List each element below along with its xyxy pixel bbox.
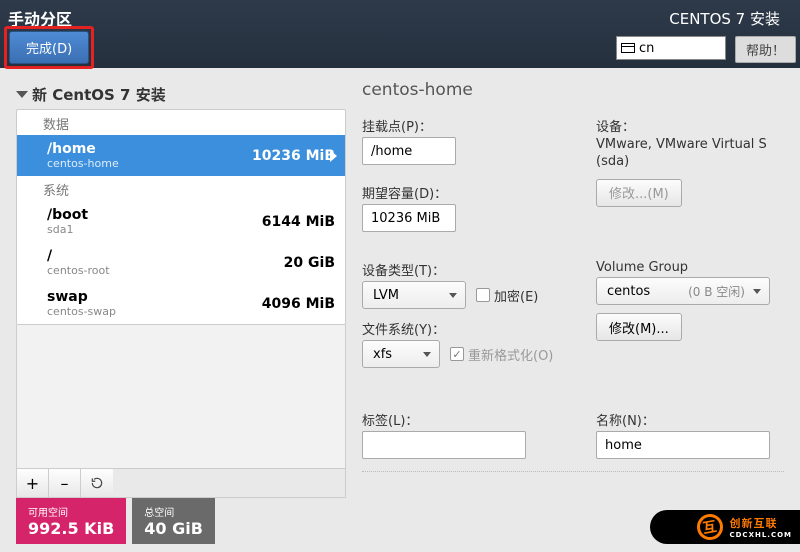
tag-input[interactable] (362, 431, 526, 459)
help-button[interactable]: 帮助！ (735, 36, 796, 63)
modify-device-button[interactable]: 修改...(M) (596, 179, 682, 207)
mount-point: swap (47, 289, 262, 305)
total-space-box: 总空间 40 GiB (132, 498, 215, 544)
capacity-input[interactable] (362, 204, 456, 232)
mount-device: centos-home (47, 157, 252, 170)
devtype-value: LVM (373, 288, 399, 303)
name-input[interactable] (596, 431, 770, 459)
add-partition-button[interactable]: + (17, 469, 49, 497)
mount-item-swap[interactable]: swap centos-swap 4096 MiB (17, 283, 345, 324)
chevron-right-icon (330, 150, 337, 162)
tree-category-system: 系统 (17, 176, 345, 201)
keyboard-icon (621, 43, 635, 53)
mountpoint-label: 挂载点(P)： (362, 116, 572, 135)
details-heading: centos-home (362, 80, 784, 100)
top-bar: 手动分区 完成(D) CENTOS 7 安装 cn 帮助！ (0, 0, 800, 68)
divider (362, 471, 784, 472)
checkbox-icon (476, 288, 490, 302)
available-value: 992.5 KiB (28, 519, 114, 538)
vg-label: Volume Group (596, 260, 784, 275)
name-label: 名称(N)： (596, 410, 784, 429)
done-button[interactable]: 完成(D) (9, 31, 89, 64)
mount-device: centos-root (47, 264, 284, 277)
mount-size: 10236 MiB (252, 148, 335, 164)
vg-combo[interactable]: centos (0 B 空闲) (596, 277, 770, 305)
mount-point: / (47, 248, 284, 264)
installer-title: CENTOS 7 安装 (669, 8, 780, 29)
mountpoint-input[interactable] (362, 137, 456, 165)
tag-label: 标签(L)： (362, 410, 572, 429)
mount-size: 6144 MiB (262, 214, 335, 230)
mount-device: centos-swap (47, 305, 262, 318)
mount-item-home[interactable]: /home centos-home 10236 MiB (17, 135, 345, 176)
tree-root-label: 新 CentOS 7 安装 (32, 84, 166, 105)
available-space-box: 可用空间 992.5 KiB (16, 498, 126, 544)
reformat-checkbox: 重新格式化(O) (450, 345, 553, 364)
tree-spacer (16, 325, 346, 468)
partition-list: 数据 /home centos-home 10236 MiB 系统 /boot … (16, 109, 346, 325)
caret-down-icon (423, 352, 431, 357)
available-title: 可用空间 (28, 504, 114, 519)
chevron-down-icon (16, 91, 28, 98)
caret-down-icon (753, 289, 761, 294)
mount-point: /boot (47, 207, 262, 223)
reload-icon (90, 476, 104, 490)
caret-down-icon (449, 293, 457, 298)
device-label: 设备： (596, 116, 784, 135)
watermark-icon: 互 (695, 512, 725, 542)
mount-size: 4096 MiB (262, 296, 335, 312)
mount-size: 20 GiB (284, 255, 335, 271)
vg-value: centos (607, 284, 650, 299)
keyboard-layout-selector[interactable]: cn (616, 36, 726, 60)
reload-button[interactable] (81, 469, 113, 497)
tree-category-data: 数据 (17, 110, 345, 135)
fs-label: 文件系统(Y)： (362, 319, 572, 338)
done-button-highlight: 完成(D) (4, 26, 94, 69)
partition-tree-pane: 新 CentOS 7 安装 数据 /home centos-home 10236… (16, 80, 346, 498)
total-title: 总空间 (144, 504, 203, 519)
space-summary: 可用空间 992.5 KiB 总空间 40 GiB (16, 498, 215, 544)
fs-value: xfs (373, 347, 392, 362)
fs-combo[interactable]: xfs (362, 340, 440, 368)
devtype-label: 设备类型(T)： (362, 260, 572, 279)
partition-details-pane: centos-home 挂载点(P)： 期望容量(D)： 设备： VMware,… (362, 80, 784, 498)
capacity-label: 期望容量(D)： (362, 183, 572, 202)
checkbox-checked-icon (450, 347, 464, 361)
vg-free-text: (0 B 空闲) (688, 283, 745, 300)
watermark-sub: CDCXHL.COM (729, 531, 792, 539)
mount-item-root[interactable]: / centos-root 20 GiB (17, 242, 345, 283)
devtype-combo[interactable]: LVM (362, 281, 466, 309)
mount-item-boot[interactable]: /boot sda1 6144 MiB (17, 201, 345, 242)
encrypt-label: 加密(E) (494, 286, 538, 305)
watermark-text: 创新互联 (729, 515, 792, 531)
total-value: 40 GiB (144, 519, 203, 538)
keyboard-layout-code: cn (639, 41, 654, 56)
remove-partition-button[interactable]: – (49, 469, 81, 497)
main-area: 新 CentOS 7 安装 数据 /home centos-home 10236… (0, 68, 800, 498)
tree-root-header[interactable]: 新 CentOS 7 安装 (16, 80, 346, 109)
mount-point: /home (47, 141, 252, 157)
reformat-label: 重新格式化(O) (468, 345, 553, 364)
device-text: VMware, VMware Virtual S (sda) (596, 137, 784, 171)
mount-device: sda1 (47, 223, 262, 236)
partition-action-buttons: + – (16, 468, 346, 498)
watermark-logo: 互 创新互联 CDCXHL.COM (650, 510, 800, 544)
encrypt-checkbox[interactable]: 加密(E) (476, 286, 538, 305)
vg-modify-button[interactable]: 修改(M)... (596, 313, 682, 341)
